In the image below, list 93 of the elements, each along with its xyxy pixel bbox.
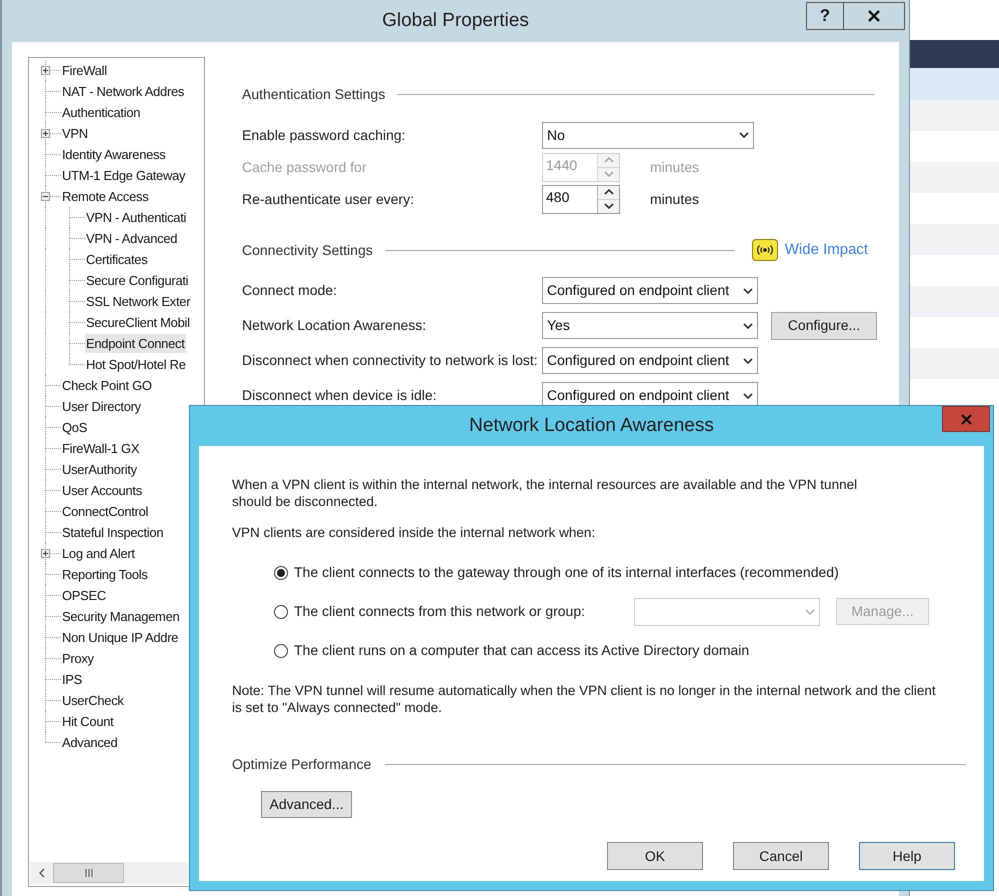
chevron-up-icon <box>604 157 614 163</box>
tree-item[interactable]: OPSEC <box>61 586 108 605</box>
tree-item[interactable]: Remote Access <box>61 187 150 206</box>
chevron-up-icon <box>604 189 614 195</box>
tree-item[interactable]: Stateful Inspection <box>61 523 164 542</box>
note-text: Note: The VPN tunnel will resume automatically when the VPN client is no longer in the internal network and the client is set to "Always connected" mode. <box>232 682 937 716</box>
chevron-down-icon <box>743 322 753 328</box>
tree-item[interactable]: SSL Network Exter <box>85 292 192 311</box>
minus-icon <box>42 193 49 200</box>
tree-item[interactable]: SecureClient Mobil <box>85 313 191 332</box>
tree-item[interactable]: Proxy <box>61 649 95 668</box>
scrollbar-thumb[interactable] <box>53 863 124 883</box>
plus-icon <box>42 130 49 137</box>
signal-icon <box>756 244 774 256</box>
field-label: Connect mode: <box>242 281 338 300</box>
tree-item[interactable]: ConnectControl <box>61 502 150 521</box>
field-label: Cache password for <box>242 158 368 177</box>
tree-item[interactable]: IPS <box>61 670 84 689</box>
grip-icon <box>84 869 94 877</box>
wide-impact-link[interactable]: Wide Impact <box>784 238 868 262</box>
field-label: Disconnect when device is idle: <box>242 386 438 405</box>
tree-item[interactable]: NAT - Network Addres <box>61 82 186 101</box>
configure-button[interactable]: Configure... <box>771 312 877 340</box>
section-heading: Authentication Settings <box>242 84 386 104</box>
plus-icon <box>42 67 49 74</box>
chevron-down-icon <box>805 608 815 614</box>
tree-item[interactable]: User Directory <box>61 397 142 416</box>
tree-item[interactable]: VPN - Authenticati <box>85 208 188 227</box>
unit-label: minutes <box>650 190 700 208</box>
tree-item[interactable]: Non Unique IP Addre <box>61 628 180 647</box>
chevron-down-icon <box>604 203 614 209</box>
dialog-button[interactable]: Help <box>859 842 955 870</box>
tree-item[interactable]: Log and Alert <box>61 544 136 563</box>
section-heading: Optimize Performance <box>232 755 372 774</box>
radio-button[interactable] <box>274 566 288 580</box>
tree-item[interactable]: Hot Spot/Hotel Re <box>85 355 187 374</box>
tree-item[interactable]: VPN <box>61 124 89 143</box>
expand-icon[interactable] <box>41 129 50 138</box>
tree-item[interactable]: Authentication <box>61 103 142 122</box>
tree-item[interactable]: Certificates <box>85 250 148 269</box>
dropdown[interactable]: Configured on endpoint client <box>542 277 758 304</box>
scroll-left-icon <box>39 868 45 878</box>
field-label: Disconnect when connectivity to network is lost: <box>242 351 539 370</box>
dialog-button[interactable]: OK <box>607 842 703 870</box>
number-field[interactable]: 480 <box>542 184 620 214</box>
tree-item[interactable]: Reporting Tools <box>61 565 149 584</box>
section-heading: Connectivity Settings <box>242 240 373 260</box>
close-icon <box>960 414 972 424</box>
tree-item[interactable]: QoS <box>61 418 88 437</box>
chevron-down-icon <box>743 358 753 364</box>
unit-label: minutes <box>650 158 700 176</box>
advanced-button[interactable]: Advanced... <box>261 791 352 818</box>
expand-icon[interactable] <box>41 549 50 558</box>
tree-item[interactable]: Hit Count <box>61 712 114 731</box>
expand-icon[interactable] <box>41 66 50 75</box>
close-icon <box>868 10 880 22</box>
prompt-text: VPN clients are considered inside the internal network when: <box>232 524 596 541</box>
chevron-down-icon <box>604 171 614 177</box>
dropdown[interactable]: No <box>542 122 754 148</box>
dialog-button[interactable]: Cancel <box>733 842 829 870</box>
field-label: Re-authenticate user every: <box>242 190 415 209</box>
option-label[interactable]: The client connects to the gateway through one of its internal interfaces (recommended) <box>294 562 839 583</box>
radio-button[interactable] <box>274 604 288 618</box>
tree-item[interactable]: Advanced <box>61 733 118 752</box>
radio-button[interactable] <box>274 644 288 658</box>
field-label: Enable password caching: <box>242 126 406 145</box>
spin-down-button[interactable] <box>598 200 619 212</box>
tree-item[interactable]: Secure Configurati <box>85 271 190 290</box>
tree-item[interactable]: User Accounts <box>61 481 143 500</box>
tree-item[interactable]: UTM-1 Edge Gateway <box>61 166 186 185</box>
dialog-title: Network Location Awareness <box>469 414 714 438</box>
chevron-down-icon <box>739 132 749 138</box>
option-label[interactable]: The client connects from this network or group: <box>294 601 634 622</box>
plus-icon <box>42 550 49 557</box>
dropdown[interactable]: Yes <box>542 312 758 339</box>
field-label: Network Location Awareness: <box>242 316 428 335</box>
chevron-down-icon <box>743 288 753 294</box>
tree-item[interactable]: FireWall-1 GX <box>61 439 140 458</box>
spin-up-button[interactable] <box>598 186 619 200</box>
tree-item[interactable]: Identity Awareness <box>61 145 166 164</box>
tree-item[interactable]: Security Managemen <box>61 607 180 626</box>
dropdown[interactable]: Configured on endpoint client <box>542 347 758 374</box>
tree-item[interactable]: UserAuthority <box>61 460 138 479</box>
chevron-down-icon <box>743 392 753 398</box>
tree-item[interactable]: Endpoint Connect <box>85 334 186 353</box>
tree-item[interactable]: FireWall <box>61 61 108 80</box>
tree-item[interactable]: UserCheck <box>61 691 125 710</box>
tree-item[interactable]: VPN - Advanced <box>85 229 178 248</box>
window-title: Global Properties <box>382 8 529 33</box>
tree-item[interactable]: Check Point GO <box>61 376 153 395</box>
collapse-icon[interactable] <box>41 192 50 201</box>
intro-text: When a VPN client is within the internal network, the internal resources are available and the VPN tunnel should be disconnected. <box>232 476 858 510</box>
option-label[interactable]: The client runs on a computer that can access its Active Directory domain <box>294 640 750 661</box>
